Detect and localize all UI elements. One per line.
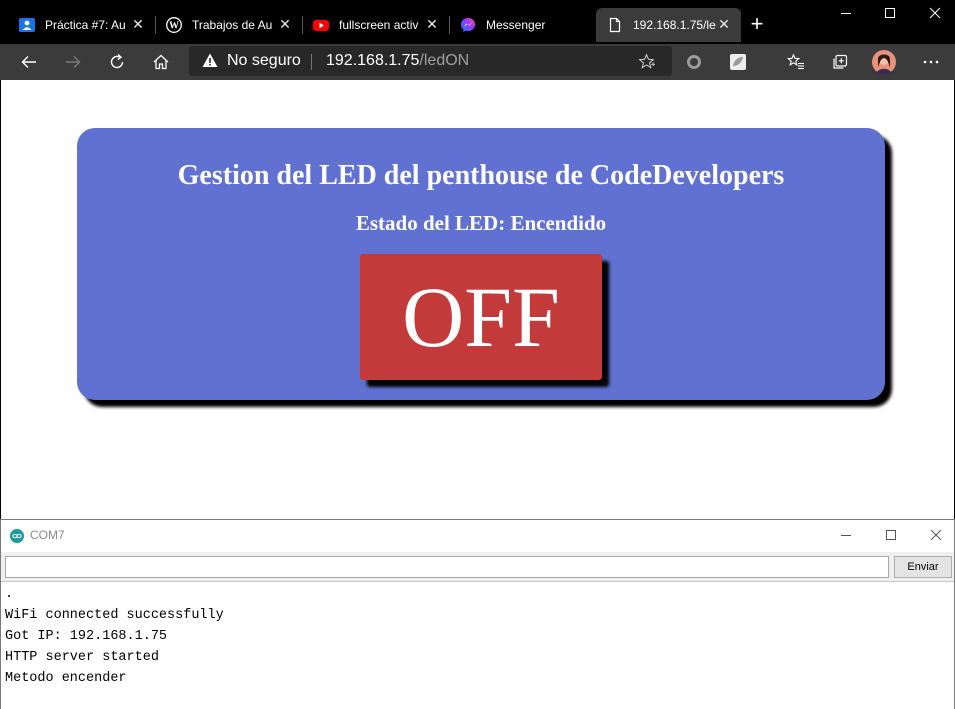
minimize-icon[interactable] <box>836 526 856 546</box>
arduino-icon <box>10 529 24 548</box>
maximize-icon[interactable] <box>880 4 900 24</box>
tab-title: Práctica #7: Au <box>45 18 126 32</box>
send-button[interactable]: Enviar <box>894 556 952 578</box>
tab-title: 192.168.1.75/le <box>633 18 716 32</box>
tab-title: fullscreen activ <box>339 18 419 32</box>
address-bar[interactable]: No seguro 192.168.1.75/ledON <box>189 46 672 76</box>
extension-icon[interactable] <box>682 50 706 74</box>
url-text[interactable]: 192.168.1.75/ledON <box>326 52 469 70</box>
url-host: 192.168.1.75 <box>326 52 420 69</box>
serial-input[interactable] <box>5 556 889 578</box>
address-divider <box>311 54 312 70</box>
serial-window-title: COM7 <box>30 528 65 542</box>
close-icon[interactable]: ✕ <box>131 17 145 31</box>
tab-bar: Práctica #7: Au ✕ W Trabajos de Au ✕ ful… <box>0 0 955 44</box>
forward-icon[interactable] <box>61 50 85 74</box>
serial-line: . <box>5 587 14 602</box>
close-icon[interactable]: ✕ <box>278 17 292 31</box>
minimize-icon[interactable] <box>836 4 856 24</box>
tab-title: Trabajos de Au <box>192 18 273 32</box>
tab-trabajos[interactable]: W Trabajos de Au ✕ <box>155 8 302 42</box>
close-icon[interactable]: ✕ <box>717 17 731 31</box>
serial-line: HTTP server started <box>5 650 159 665</box>
led-control-card: Gestion del LED del penthouse de CodeDev… <box>77 128 885 400</box>
page-title: Gestion del LED del penthouse de CodeDev… <box>177 160 785 191</box>
web-page: Gestion del LED del penthouse de CodeDev… <box>0 80 955 520</box>
tab-title: Messenger <box>486 18 546 32</box>
close-window-icon[interactable] <box>926 526 946 546</box>
tab-active-page[interactable]: 192.168.1.75/le ✕ <box>596 8 741 42</box>
youtube-icon <box>313 17 329 33</box>
new-tab-button[interactable]: + <box>747 13 767 35</box>
serial-monitor-window: COM7 Enviar . WiFi connected successfull… <box>0 519 955 709</box>
more-menu-icon[interactable] <box>919 50 943 74</box>
classroom-icon <box>19 17 35 33</box>
serial-output[interactable]: . WiFi connected successfully Got IP: 19… <box>5 584 950 689</box>
security-label[interactable]: No seguro <box>227 52 301 70</box>
tab-youtube[interactable]: fullscreen activ ✕ <box>302 8 449 42</box>
close-icon[interactable]: ✕ <box>425 17 439 31</box>
page-icon <box>607 17 623 33</box>
favorites-icon[interactable] <box>784 50 808 74</box>
serial-line: Got IP: 192.168.1.75 <box>5 629 168 644</box>
close-window-icon[interactable] <box>925 4 945 24</box>
url-path: /ledON <box>419 52 470 69</box>
maximize-icon[interactable] <box>881 526 901 546</box>
avatar[interactable] <box>872 50 896 74</box>
serial-send-bar: Enviar <box>1 552 954 582</box>
warning-icon[interactable] <box>202 53 218 73</box>
tab-messenger[interactable]: Messenger <box>449 8 596 42</box>
serial-line: WiFi connected successfully <box>5 608 224 623</box>
wordpress-icon: W <box>166 17 182 33</box>
off-button[interactable]: OFF <box>360 254 602 380</box>
extension-leaf-icon[interactable] <box>726 50 750 74</box>
collections-icon[interactable] <box>828 50 852 74</box>
refresh-icon[interactable] <box>105 50 129 74</box>
svg-text:W: W <box>169 21 179 32</box>
led-status: Estado del LED: Encendido <box>355 211 607 235</box>
tab-practica[interactable]: Práctica #7: Au ✕ <box>8 8 155 42</box>
serial-line: Metodo encender <box>5 671 127 686</box>
back-icon[interactable] <box>17 50 41 74</box>
home-icon[interactable] <box>149 50 173 74</box>
serial-titlebar: COM7 <box>1 520 954 552</box>
messenger-icon <box>460 17 476 33</box>
star-icon[interactable] <box>638 53 655 75</box>
